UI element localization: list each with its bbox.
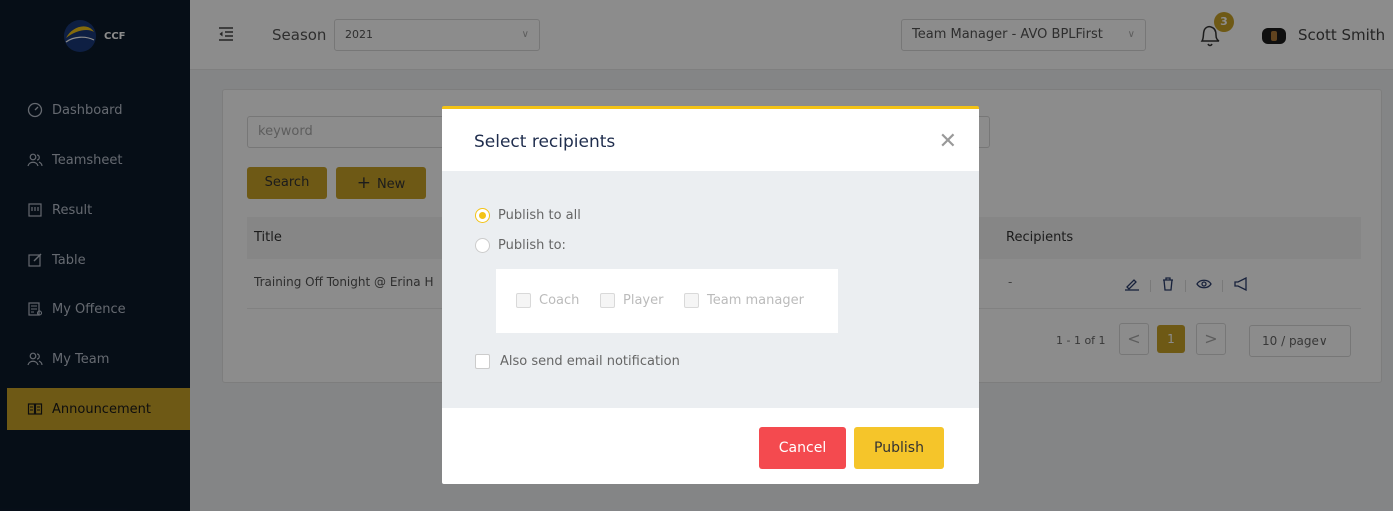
modal-title: Select recipients — [474, 132, 616, 152]
checkbox-email-notification[interactable]: Also send email notification — [475, 354, 680, 369]
cancel-button[interactable]: Cancel — [759, 427, 846, 469]
publish-button[interactable]: Publish — [854, 427, 944, 469]
checkbox-player[interactable]: Player — [600, 293, 663, 308]
radio-unselected-icon — [475, 238, 490, 253]
radio-label: Publish to: — [498, 238, 566, 253]
close-icon[interactable]: ✕ — [939, 129, 957, 154]
radio-publish-to[interactable]: Publish to: — [475, 238, 566, 253]
checkbox-label: Also send email notification — [500, 354, 680, 369]
checkbox-icon — [600, 293, 615, 308]
radio-selected-icon — [475, 208, 490, 223]
checkbox-icon — [475, 354, 490, 369]
checkbox-label: Coach — [539, 293, 580, 308]
select-recipients-modal: Select recipients ✕ Publish to all Publi… — [442, 106, 979, 484]
radio-publish-all[interactable]: Publish to all — [475, 208, 581, 223]
checkbox-icon — [516, 293, 531, 308]
roles-box: Coach Player Team manager — [496, 269, 838, 333]
modal-body: Publish to all Publish to: Coach Player … — [442, 171, 979, 408]
radio-label: Publish to all — [498, 208, 581, 223]
checkbox-label: Player — [623, 293, 664, 308]
checkbox-label: Team manager — [707, 293, 804, 308]
checkbox-coach[interactable]: Coach — [516, 293, 579, 308]
checkbox-icon — [684, 293, 699, 308]
checkbox-team-manager[interactable]: Team manager — [684, 293, 804, 308]
